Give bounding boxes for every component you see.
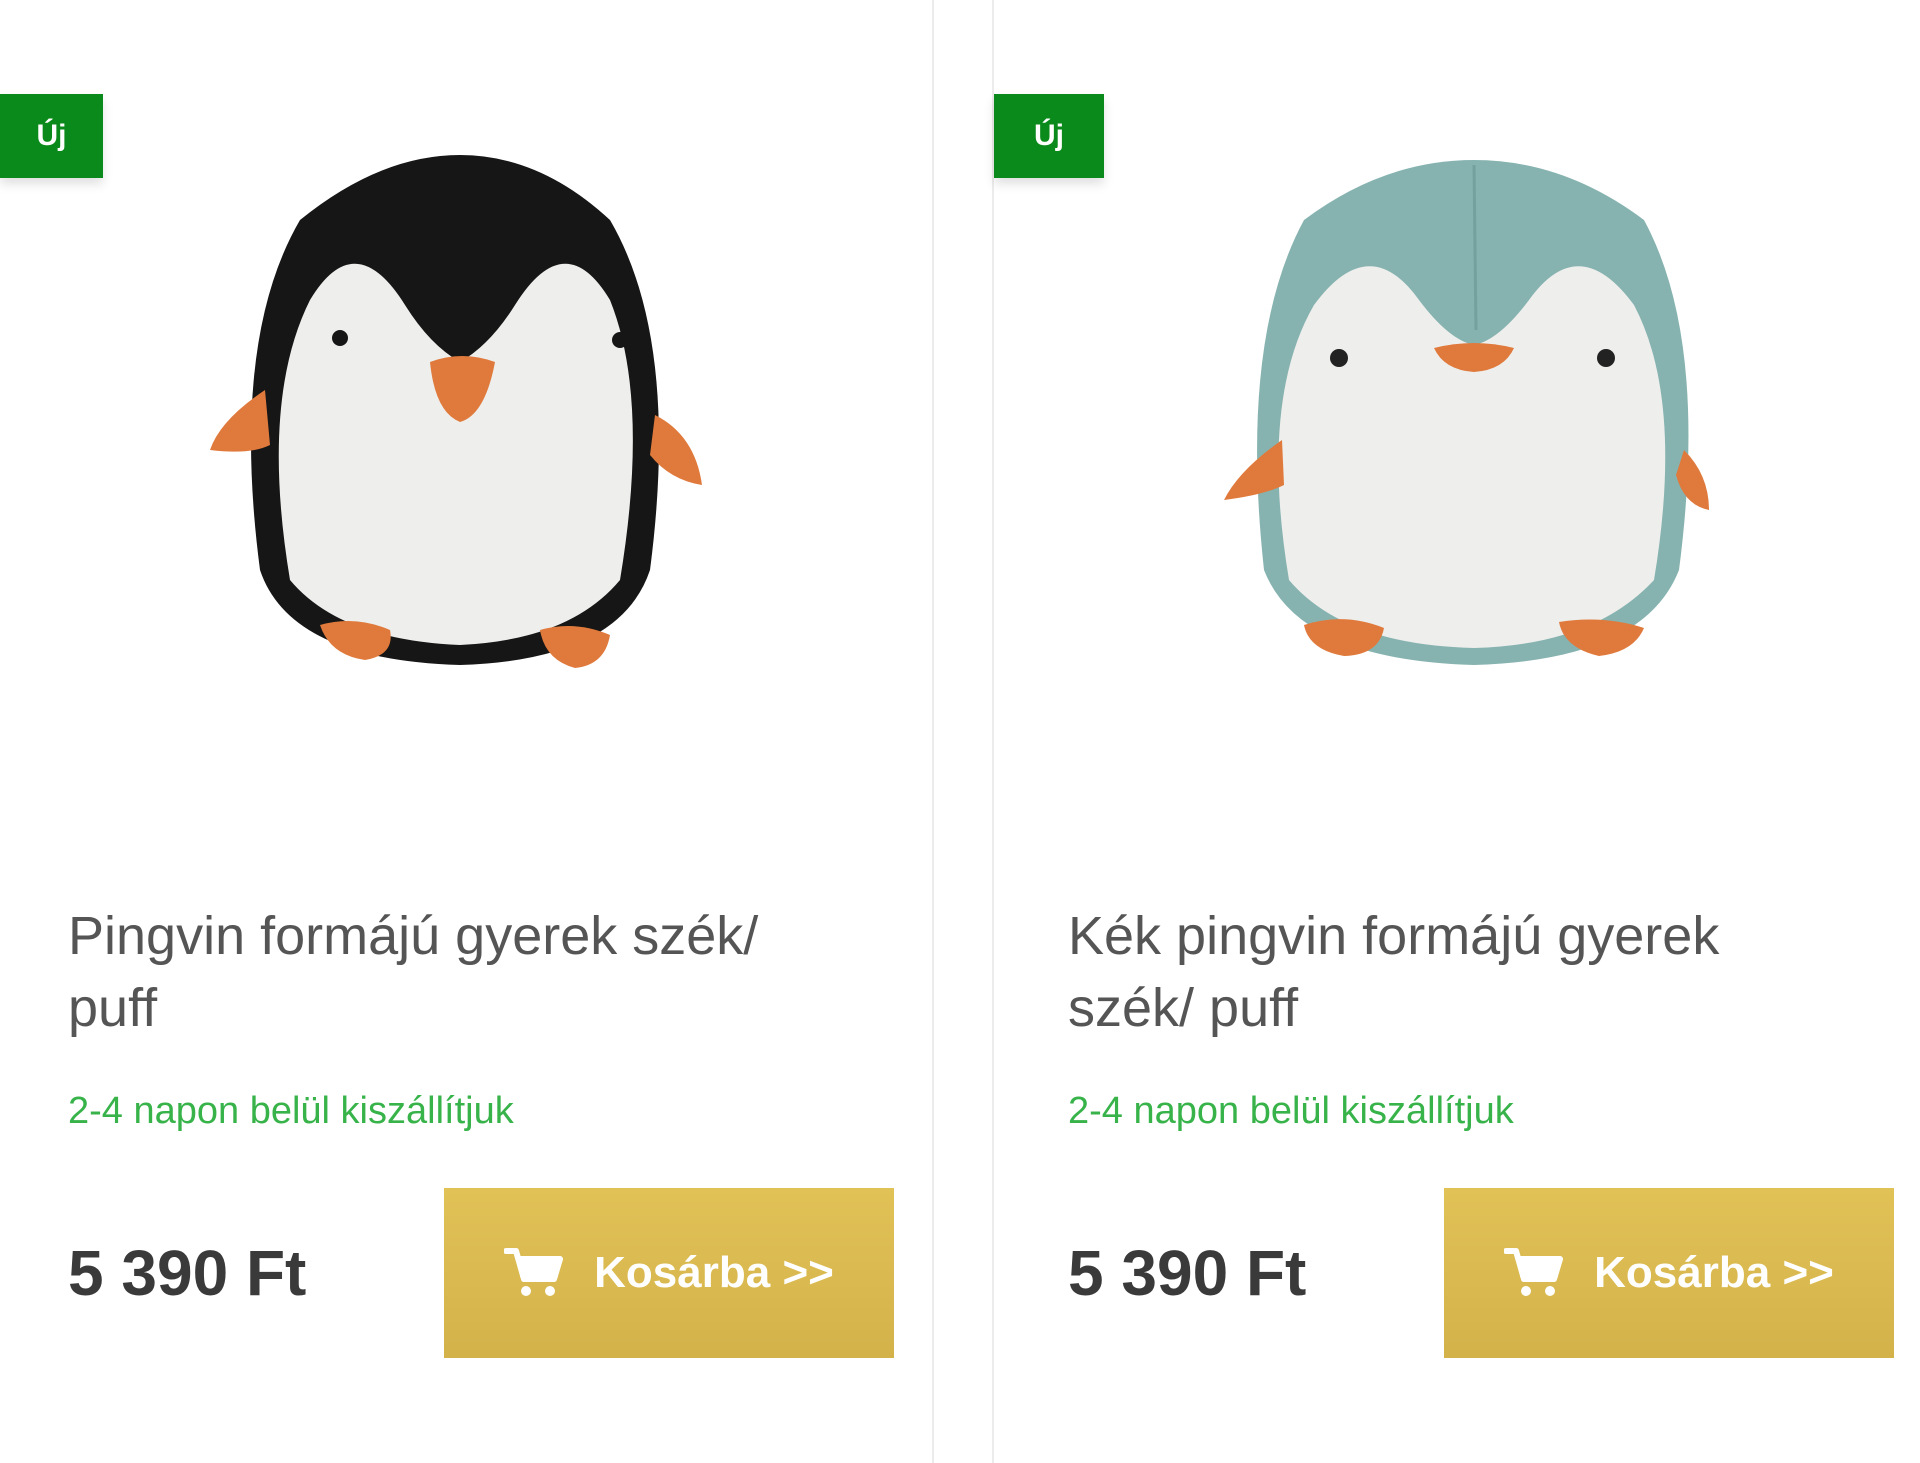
product-image-blue-penguin[interactable] — [1164, 100, 1784, 740]
penguin-image — [1224, 160, 1709, 665]
product-price: 5 390 Ft — [1068, 1237, 1307, 1309]
product-card: Új Kék pingvin formájú gyerek szék/ puff… — [994, 0, 1920, 1463]
shipping-info: 2-4 napon belül kiszállítjuk — [1068, 1090, 1514, 1132]
new-badge: Új — [0, 94, 103, 178]
product-title-link[interactable]: Kék pingvin formájú gyerek szék/ puff — [1068, 900, 1808, 1044]
shipping-info: 2-4 napon belül kiszállítjuk — [68, 1090, 514, 1132]
column-divider — [932, 0, 934, 1463]
product-title-link[interactable]: Pingvin formájú gyerek szék/ puff — [68, 900, 828, 1044]
product-image-black-penguin[interactable] — [150, 100, 770, 740]
add-to-cart-label: Kosárba >> — [1594, 1248, 1834, 1297]
cart-icon — [1504, 1248, 1564, 1296]
add-to-cart-label: Kosárba >> — [594, 1248, 834, 1297]
penguin-image — [210, 155, 702, 668]
product-grid: Új Pingvin formájú gyerek szék/ puff 2-4… — [0, 0, 1920, 1463]
new-badge: Új — [994, 94, 1104, 178]
product-price: 5 390 Ft — [68, 1237, 307, 1309]
add-to-cart-button[interactable]: Kosárba >> — [444, 1188, 894, 1358]
add-to-cart-button[interactable]: Kosárba >> — [1444, 1188, 1894, 1358]
cart-icon — [504, 1248, 564, 1296]
product-card: Új Pingvin formájú gyerek szék/ puff 2-4… — [0, 0, 932, 1463]
